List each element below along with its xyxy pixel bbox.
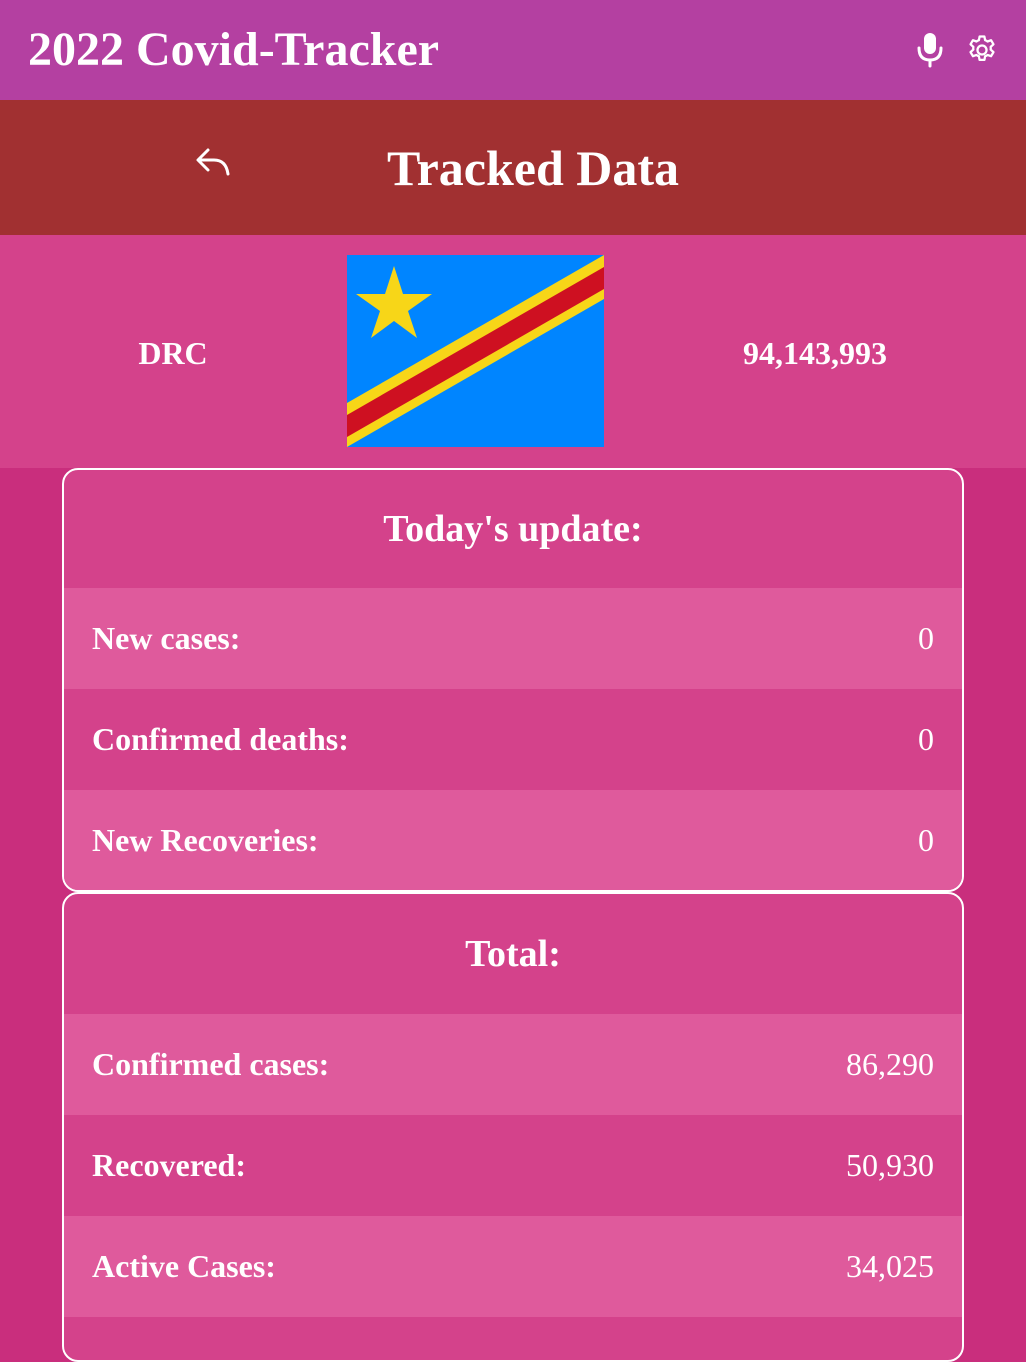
- stat-label: New Recoveries:: [92, 822, 319, 858]
- stat-row-new-cases: New cases: 0: [64, 588, 962, 689]
- subheader-bar: Tracked Data: [0, 100, 1026, 235]
- todays-update-title: Today's update:: [383, 508, 643, 550]
- total-card: Total: Confirmed cases: 86,290 Recovered…: [62, 892, 964, 1362]
- stat-value: 50,930: [846, 1147, 934, 1183]
- stat-value: 86,290: [846, 1046, 934, 1082]
- flag-drc-icon: [347, 255, 604, 447]
- stat-label: Confirmed deaths:: [92, 721, 349, 757]
- stat-label: Recovered:: [92, 1147, 246, 1183]
- page-title: Tracked Data: [386, 140, 680, 196]
- stat-row-active-cases: Active Cases: 34,025: [64, 1216, 962, 1317]
- stat-row-confirmed-deaths: Confirmed deaths: 0: [64, 689, 962, 790]
- stat-value: 0: [918, 620, 934, 656]
- country-name: DRC: [138, 335, 208, 371]
- stat-value: 0: [918, 721, 934, 757]
- stat-label: Confirmed cases:: [92, 1046, 330, 1082]
- stat-label: New cases:: [92, 620, 241, 656]
- gear-icon[interactable]: [965, 33, 999, 67]
- stat-row-confirmed-cases: Confirmed cases: 86,290: [64, 1014, 962, 1115]
- todays-update-card: Today's update: New cases: 0 Confirmed d…: [62, 468, 964, 892]
- population-value: 94,143,993: [743, 335, 887, 371]
- country-summary: DRC 94,143,993: [0, 235, 1026, 468]
- stat-value: 0: [918, 822, 934, 858]
- stat-value: 34,025: [846, 1248, 934, 1284]
- app-bar: 2022 Covid-Tracker: [0, 0, 1026, 100]
- stat-label: Active Cases:: [92, 1248, 276, 1284]
- total-title: Total:: [465, 933, 561, 975]
- mic-icon[interactable]: [915, 32, 945, 68]
- app-title: 2022 Covid-Tracker: [28, 23, 440, 76]
- stat-row-new-recoveries: New Recoveries: 0: [64, 790, 962, 890]
- stat-row-recovered: Recovered: 50,930: [64, 1115, 962, 1216]
